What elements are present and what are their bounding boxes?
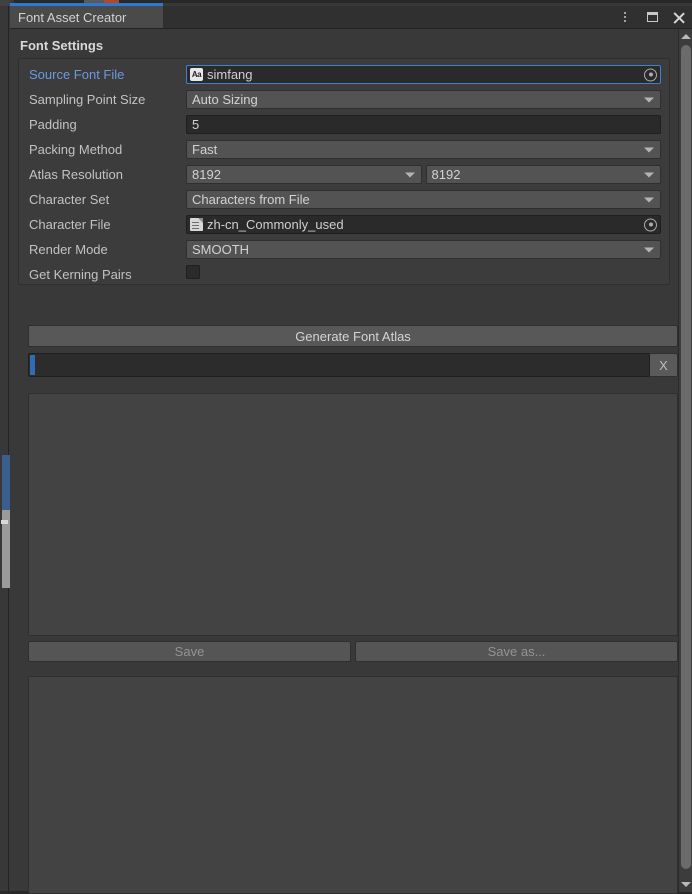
save-button[interactable]: Save: [28, 641, 351, 662]
background-left-highlight: [1, 520, 8, 524]
font-atlas-preview[interactable]: [28, 393, 678, 636]
label-get-kerning-pairs: Get Kerning Pairs: [19, 267, 186, 282]
window-controls: [616, 6, 688, 28]
generate-font-atlas-button[interactable]: Generate Font Atlas: [28, 325, 678, 347]
maximize-icon: [647, 12, 658, 22]
chevron-down-icon: [644, 97, 654, 102]
packing-method-dropdown[interactable]: Fast: [186, 140, 661, 159]
row-padding: Padding 5: [19, 112, 671, 137]
scrollbar-thumb[interactable]: [681, 45, 691, 869]
control-character-set: Characters from File: [186, 190, 671, 209]
row-source-font-file: Source Font File Aa simfang: [19, 62, 671, 87]
font-settings-panel: Source Font File Aa simfang Sampling Poi…: [18, 58, 670, 285]
source-font-file-picker-icon[interactable]: [644, 68, 657, 81]
packing-method-value: Fast: [192, 142, 217, 157]
row-character-file: Character File zh-cn_Commonly_used: [19, 212, 671, 237]
font-asset-icon: Aa: [190, 68, 203, 81]
tab-label: Font Asset Creator: [18, 10, 126, 25]
character-file-picker-icon[interactable]: [644, 218, 657, 231]
save-as-button[interactable]: Save as...: [355, 641, 678, 662]
row-render-mode: Render Mode SMOOTH: [19, 237, 671, 262]
row-get-kerning-pairs: Get Kerning Pairs: [19, 262, 671, 287]
row-atlas-resolution: Atlas Resolution 8192 8192: [19, 162, 671, 187]
chevron-down-icon: [644, 197, 654, 202]
scroll-up-button[interactable]: [679, 30, 692, 43]
generate-font-atlas-label: Generate Font Atlas: [295, 329, 411, 344]
window-content: Font Settings Source Font File Aa simfan…: [10, 29, 678, 892]
atlas-resolution-width-dropdown[interactable]: 8192: [186, 165, 422, 184]
row-character-set: Character Set Characters from File: [19, 187, 671, 212]
maximize-button[interactable]: [643, 8, 661, 26]
label-source-font-file: Source Font File: [19, 67, 186, 82]
kebab-menu-icon: [624, 12, 626, 22]
scroll-up-arrow-icon: [681, 34, 691, 39]
save-buttons-row: Save Save as...: [28, 641, 678, 662]
character-set-value: Characters from File: [192, 192, 310, 207]
save-button-label: Save: [175, 644, 205, 659]
control-source-font-file: Aa simfang: [186, 65, 671, 84]
close-button[interactable]: [670, 8, 688, 26]
window-body: Font Settings Source Font File Aa simfan…: [10, 28, 692, 891]
background-top-left-chip: [0, 0, 10, 6]
padding-value: 5: [192, 117, 199, 132]
text-asset-icon: [190, 218, 203, 231]
padding-input[interactable]: 5: [186, 115, 661, 134]
label-character-set: Character Set: [19, 192, 186, 207]
get-kerning-pairs-checkbox[interactable]: [186, 265, 200, 279]
label-padding: Padding: [19, 117, 186, 132]
generation-progress-row: X: [28, 353, 678, 377]
control-padding: 5: [186, 115, 671, 134]
page-title: Font Settings: [20, 38, 103, 53]
atlas-resolution-width-value: 8192: [192, 167, 221, 182]
tab-font-asset-creator[interactable]: Font Asset Creator: [10, 6, 163, 28]
character-file-object-field[interactable]: zh-cn_Commonly_used: [186, 215, 661, 234]
cancel-generation-label: X: [659, 358, 668, 373]
scroll-down-button[interactable]: [679, 878, 692, 891]
chevron-down-icon: [644, 172, 654, 177]
kebab-menu-button[interactable]: [616, 8, 634, 26]
sampling-point-size-value: Auto Sizing: [192, 92, 258, 107]
generation-progress-bar: [28, 353, 650, 377]
generation-progress-fill: [30, 355, 35, 375]
control-packing-method: Fast: [186, 140, 671, 159]
font-asset-creator-window: Font Asset Creator Font Settings Source …: [10, 3, 692, 891]
font-info-panel: [28, 676, 678, 894]
control-atlas-resolution: 8192 8192: [186, 165, 671, 184]
character-file-value: zh-cn_Commonly_used: [207, 217, 344, 232]
row-sampling-point-size: Sampling Point Size Auto Sizing: [19, 87, 671, 112]
atlas-resolution-height-value: 8192: [432, 167, 461, 182]
save-as-button-label: Save as...: [488, 644, 546, 659]
window-titlebar: Font Asset Creator: [10, 6, 692, 28]
chevron-down-icon: [644, 147, 654, 152]
control-sampling-point-size: Auto Sizing: [186, 90, 671, 109]
vertical-scrollbar[interactable]: [678, 29, 692, 892]
control-render-mode: SMOOTH: [186, 240, 671, 259]
background-panel-inner-strip: [0, 0, 9, 891]
chevron-down-icon: [405, 172, 415, 177]
label-packing-method: Packing Method: [19, 142, 186, 157]
control-character-file: zh-cn_Commonly_used: [186, 215, 671, 234]
label-character-file: Character File: [19, 217, 186, 232]
close-icon: [673, 11, 686, 24]
background-selected-row: [2, 455, 10, 510]
cancel-generation-button[interactable]: X: [650, 353, 678, 377]
render-mode-value: SMOOTH: [192, 242, 249, 257]
label-sampling-point-size: Sampling Point Size: [19, 92, 186, 107]
scroll-down-arrow-icon: [681, 882, 691, 887]
render-mode-dropdown[interactable]: SMOOTH: [186, 240, 661, 259]
row-packing-method: Packing Method Fast: [19, 137, 671, 162]
control-get-kerning-pairs: [186, 265, 671, 284]
atlas-resolution-height-dropdown[interactable]: 8192: [426, 165, 662, 184]
label-render-mode: Render Mode: [19, 242, 186, 257]
chevron-down-icon: [644, 247, 654, 252]
source-font-file-value: simfang: [207, 67, 253, 82]
label-atlas-resolution: Atlas Resolution: [19, 167, 186, 182]
character-set-dropdown[interactable]: Characters from File: [186, 190, 661, 209]
source-font-file-object-field[interactable]: Aa simfang: [186, 65, 661, 84]
sampling-point-size-dropdown[interactable]: Auto Sizing: [186, 90, 661, 109]
